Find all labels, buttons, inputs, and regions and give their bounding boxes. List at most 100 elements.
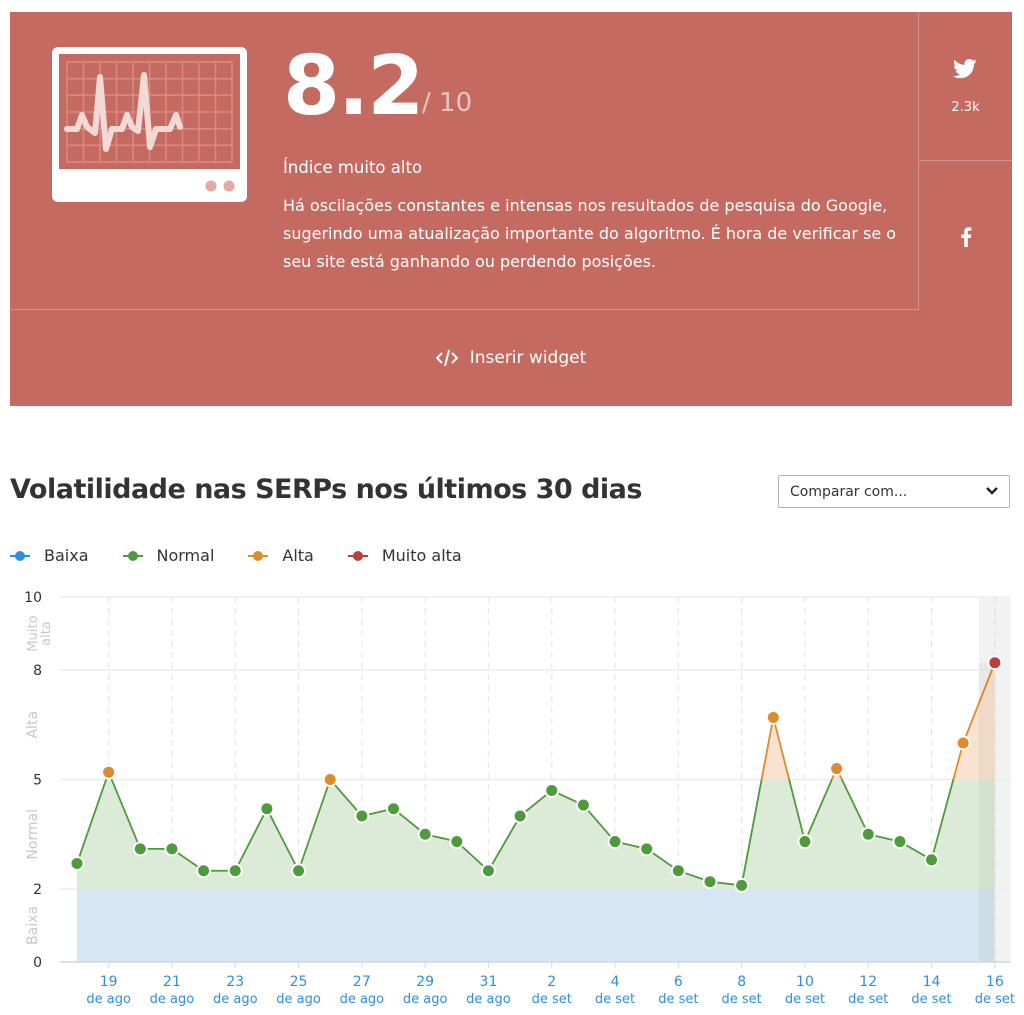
x-tick-label-month: de set xyxy=(658,992,698,1007)
legend-item-normal[interactable]: Normal xyxy=(122,546,215,565)
legend-marker-icon xyxy=(122,550,143,561)
x-tick-label-month: de ago xyxy=(276,992,321,1007)
x-tick-label-month: de ago xyxy=(340,992,385,1007)
data-point xyxy=(196,863,212,879)
data-point xyxy=(291,863,307,879)
share-twitter-button[interactable]: 2.3k xyxy=(919,12,1012,161)
y-tick-label: 8 xyxy=(33,663,42,679)
compare-select[interactable]: Comparar com... xyxy=(778,475,1010,508)
x-tick-label-month: de set xyxy=(911,992,951,1007)
legend-marker-icon xyxy=(10,550,30,561)
data-point xyxy=(765,709,781,725)
chevron-down-icon xyxy=(986,487,998,495)
insert-widget-label: Inserir widget xyxy=(469,348,587,368)
x-tick-label-day: 14 xyxy=(923,974,941,990)
legend-marker-icon xyxy=(347,550,368,561)
compare-select-value: Comparar com... xyxy=(790,484,908,500)
legend-label: Baixa xyxy=(44,546,89,565)
x-tick-label-day: 8 xyxy=(737,974,746,990)
data-point xyxy=(164,841,180,857)
share-facebook-button[interactable] xyxy=(919,161,1012,309)
x-tick-label-day: 29 xyxy=(416,974,434,990)
highlight-overlay xyxy=(978,662,995,962)
x-tick-label-day: 21 xyxy=(163,974,181,990)
data-point xyxy=(132,841,148,857)
y-tick-label: 5 xyxy=(33,773,42,789)
y-tick-label: 2 xyxy=(33,882,42,898)
data-point xyxy=(829,761,845,777)
legend-label: Normal xyxy=(156,546,215,565)
x-tick-label-day: 12 xyxy=(859,974,877,990)
x-tick-label-day: 31 xyxy=(480,974,498,990)
x-tick-label-day: 23 xyxy=(226,974,244,990)
band-baixa-area xyxy=(77,889,995,962)
insert-widget-button[interactable]: Inserir widget xyxy=(10,310,1012,406)
band-label: Baixa xyxy=(25,906,41,945)
data-point xyxy=(449,834,465,850)
data-point xyxy=(987,655,1003,671)
data-point xyxy=(702,874,718,890)
x-tick-label-day: 27 xyxy=(353,974,371,990)
data-point xyxy=(797,834,813,850)
score-max: / 10 xyxy=(422,88,473,118)
x-tick-label-month: de ago xyxy=(403,992,448,1007)
data-point xyxy=(386,801,401,817)
volatility-chart: 025810BaixaNormalAltaMuitoalta19de ago21… xyxy=(24,590,1015,1007)
x-tick-label-month: de set xyxy=(595,992,635,1007)
band-label: Alta xyxy=(25,711,41,739)
data-point xyxy=(607,834,623,850)
score-summary: 8.2 / 10 Índice muito alto Há oscilações… xyxy=(10,12,919,310)
data-point xyxy=(354,808,370,824)
data-point xyxy=(480,863,496,879)
y-tick-label: 0 xyxy=(33,955,42,971)
legend-item-alta[interactable]: Alta xyxy=(248,546,314,565)
data-point xyxy=(69,855,85,871)
x-tick-label-month: de set xyxy=(722,992,762,1007)
x-tick-label-month: de set xyxy=(785,992,825,1007)
code-icon xyxy=(435,349,458,367)
data-point xyxy=(544,782,560,798)
data-point xyxy=(860,826,876,842)
x-tick-label-day: 10 xyxy=(796,974,814,990)
data-point xyxy=(955,735,971,751)
x-tick-label-day: 4 xyxy=(611,974,620,990)
legend-item-baixa[interactable]: Baixa xyxy=(10,546,89,565)
data-point xyxy=(670,863,686,879)
data-point xyxy=(924,852,940,868)
twitter-icon xyxy=(953,59,977,79)
data-point xyxy=(575,797,591,813)
x-tick-label-month: de ago xyxy=(86,992,131,1007)
x-tick-label-day: 6 xyxy=(674,974,683,990)
x-tick-label-day: 25 xyxy=(290,974,308,990)
volatility-score: 8.2 xyxy=(283,39,424,134)
legend-label: Muito alta xyxy=(381,546,462,565)
data-point xyxy=(734,877,750,893)
x-tick-label-day: 16 xyxy=(986,974,1004,990)
x-tick-label-month: de ago xyxy=(466,992,511,1007)
status-description: Há oscilações constantes e intensas nos … xyxy=(283,196,897,271)
chart-title: Volatilidade nas SERPs nos últimos 30 di… xyxy=(10,474,642,505)
data-point xyxy=(227,863,243,879)
x-tick-label-month: de set xyxy=(848,992,888,1007)
chart-legend: Baixa Normal Alta Muito alta xyxy=(10,546,496,565)
legend-marker-icon xyxy=(248,550,269,561)
y-tick-label: 10 xyxy=(24,590,42,606)
twitter-share-count: 2.3k xyxy=(951,100,980,115)
area-normal xyxy=(77,779,995,889)
data-point xyxy=(101,764,117,780)
x-tick-label-day: 19 xyxy=(100,974,118,990)
data-point xyxy=(322,772,338,787)
data-point xyxy=(892,834,908,850)
x-tick-label-month: de ago xyxy=(150,992,195,1007)
facebook-icon xyxy=(961,227,972,247)
legend-item-muito-alta[interactable]: Muito alta xyxy=(347,546,462,565)
band-label: alta xyxy=(39,621,54,646)
volatility-score-panel: 8.2 / 10 Índice muito alto Há oscilações… xyxy=(10,12,1012,406)
data-point xyxy=(512,808,528,824)
band-label: Normal xyxy=(25,809,41,860)
x-tick-label-month: de ago xyxy=(213,992,258,1007)
x-tick-label-month: de set xyxy=(975,992,1015,1007)
legend-label: Alta xyxy=(282,546,314,565)
data-point xyxy=(259,801,275,817)
x-tick-label-day: 2 xyxy=(547,974,556,990)
